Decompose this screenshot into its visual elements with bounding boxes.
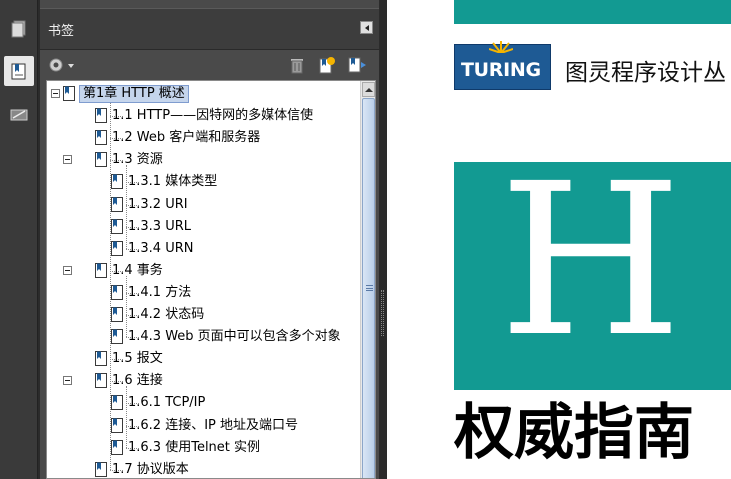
bookmark-item[interactable]: 1.4.1 方法 xyxy=(47,282,361,304)
bookmark-label: 1.3 资源 xyxy=(112,152,163,168)
cover-big-letter: H xyxy=(499,138,683,383)
logo-sun-icon xyxy=(489,41,513,53)
bookmark-label: 1.7 协议版本 xyxy=(112,461,189,477)
collapse-toggle[interactable] xyxy=(51,89,60,98)
pages-icon xyxy=(11,20,26,38)
new-bookmark-button[interactable] xyxy=(316,55,338,75)
bookmark-label: 1.2 Web 客户端和服务器 xyxy=(112,130,261,146)
bookmark-item[interactable]: 1.3.2 URI xyxy=(47,194,361,216)
bookmark-item[interactable]: 1.1 HTTP——因特网的多媒体信使 xyxy=(47,105,361,127)
document-page: TURING 图灵程序设计丛 H 权威指南 xyxy=(387,0,731,479)
turing-logo: TURING xyxy=(454,41,551,90)
bookmark-item[interactable]: 第1章 HTTP 概述 xyxy=(47,83,361,105)
bookmark-label: 第1章 HTTP 概述 xyxy=(79,85,189,103)
bookmark-icon xyxy=(95,351,107,367)
bookmark-label: 1.6.3 使用Telnet 实例 xyxy=(128,439,261,455)
signatures-panel-button[interactable] xyxy=(4,100,34,130)
panel-header: 书签 xyxy=(40,8,379,50)
bookmark-icon xyxy=(111,284,123,300)
bookmark-item[interactable]: 1.4.3 Web 页面中可以包含多个对象 xyxy=(47,326,361,348)
bookmark-label: 1.5 报文 xyxy=(112,351,163,367)
bookmarks-panel: 书签 第1章 HTTP 概述 1.1 HTTP——因特网的多媒体信使 1.2 W… xyxy=(40,0,379,479)
bookmark-label: 1.4.2 状态码 xyxy=(128,307,205,322)
bookmark-icon xyxy=(11,63,26,80)
bookmark-label: 1.4 事务 xyxy=(112,262,163,278)
vertical-scrollbar[interactable] xyxy=(360,81,375,478)
bookmark-label: 1.3.3 URL xyxy=(128,218,192,234)
bookmark-label: 1.6.1 TCP/IP xyxy=(128,395,206,411)
publisher-series: 图灵程序设计丛 xyxy=(565,60,726,86)
panel-splitter[interactable] xyxy=(379,0,387,479)
new-bookmark-icon xyxy=(319,57,335,74)
bookmark-icon xyxy=(111,395,123,411)
bookmark-icon xyxy=(111,417,123,433)
bookmark-item[interactable]: 1.6.1 TCP/IP xyxy=(47,392,361,414)
bookmark-icon xyxy=(95,461,107,477)
bookmark-item[interactable]: 1.4 事务 xyxy=(47,260,361,282)
gear-icon xyxy=(49,58,74,72)
bookmark-icon xyxy=(95,130,107,146)
scrollbar-thumb[interactable] xyxy=(362,98,375,478)
bookmark-icon xyxy=(111,329,123,345)
bookmark-item[interactable]: 1.4.2 状态码 xyxy=(47,304,361,326)
splitter-grip xyxy=(381,290,384,336)
bookmark-tree: 第1章 HTTP 概述 1.1 HTTP——因特网的多媒体信使 1.2 Web 客户… xyxy=(47,81,361,478)
bookmark-item[interactable]: 1.6.2 连接、IP 地址及端口号 xyxy=(47,415,361,437)
signature-icon xyxy=(10,109,28,121)
collapse-toggle[interactable] xyxy=(63,376,72,386)
bookmark-item[interactable]: 1.5 报文 xyxy=(47,348,361,370)
bookmark-icon xyxy=(95,262,107,278)
bookmark-label: 1.6.2 连接、IP 地址及端口号 xyxy=(128,417,299,433)
bookmark-label: 1.4.1 方法 xyxy=(128,284,192,300)
bookmark-item[interactable]: 1.2 Web 客户端和服务器 xyxy=(47,127,361,149)
bookmark-icon xyxy=(111,307,123,322)
bookmarks-panel-button[interactable] xyxy=(4,56,34,86)
bookmark-label: 1.6 连接 xyxy=(112,373,163,389)
bookmark-label: 1.4.3 Web 页面中可以包含多个对象 xyxy=(128,329,341,345)
bookmark-icon xyxy=(63,86,75,101)
bookmark-tree-container: 第1章 HTTP 概述 1.1 HTTP——因特网的多媒体信使 1.2 Web 客户… xyxy=(46,80,376,479)
bookmark-label: 1.1 HTTP——因特网的多媒体信使 xyxy=(112,108,314,124)
cover-top-band xyxy=(454,0,731,24)
bookmark-icon xyxy=(111,174,123,190)
bookmark-item[interactable]: 1.3 资源 xyxy=(47,149,361,171)
scrollbar-grip xyxy=(366,285,373,291)
delete-bookmark-button[interactable] xyxy=(286,55,308,75)
bookmark-item[interactable]: 1.6.3 使用Telnet 实例 xyxy=(47,437,361,459)
bookmark-icon xyxy=(111,196,123,212)
bookmark-item[interactable]: 1.6 连接 xyxy=(47,370,361,392)
cover-subtitle: 权威指南 xyxy=(454,398,694,468)
bookmark-icon xyxy=(95,152,107,168)
bookmark-label: 1.3.2 URI xyxy=(128,196,188,212)
collapse-panel-button[interactable] xyxy=(360,21,373,34)
panel-title: 书签 xyxy=(48,24,75,39)
bookmark-item[interactable]: 1.3.1 媒体类型 xyxy=(47,171,361,193)
bookmark-item[interactable]: 1.3.3 URL xyxy=(47,216,361,238)
scroll-up-arrow[interactable] xyxy=(362,82,375,97)
bookmark-icon xyxy=(111,218,123,234)
collapse-toggle[interactable] xyxy=(63,155,72,165)
bookmark-label: 1.3.1 媒体类型 xyxy=(128,174,218,190)
expand-bookmark-button[interactable] xyxy=(346,55,368,75)
expand-bookmark-icon xyxy=(348,57,366,73)
tree-connector xyxy=(126,275,127,338)
collapse-toggle[interactable] xyxy=(63,265,72,275)
bookmark-icon xyxy=(95,108,107,124)
tree-connector xyxy=(126,165,127,249)
bookmark-icon xyxy=(111,439,123,455)
bookmark-item[interactable]: 1.7 协议版本 xyxy=(47,459,361,478)
logo-text: TURING xyxy=(461,59,541,81)
navigation-rail xyxy=(0,0,38,479)
trash-icon xyxy=(291,59,303,74)
bookmarks-toolbar xyxy=(40,51,379,79)
options-menu-button[interactable] xyxy=(46,55,76,75)
bookmark-icon xyxy=(111,240,123,256)
bookmark-icon xyxy=(95,373,107,389)
pdf-reader-window: 书签 第1章 HTTP 概述 1.1 HTTP——因特网的多媒体信使 1.2 W… xyxy=(0,0,731,479)
bookmark-item[interactable]: 1.3.4 URN xyxy=(47,238,361,260)
pages-panel-button[interactable] xyxy=(4,14,34,44)
tree-connector xyxy=(126,386,127,448)
bookmark-label: 1.3.4 URN xyxy=(128,240,194,256)
